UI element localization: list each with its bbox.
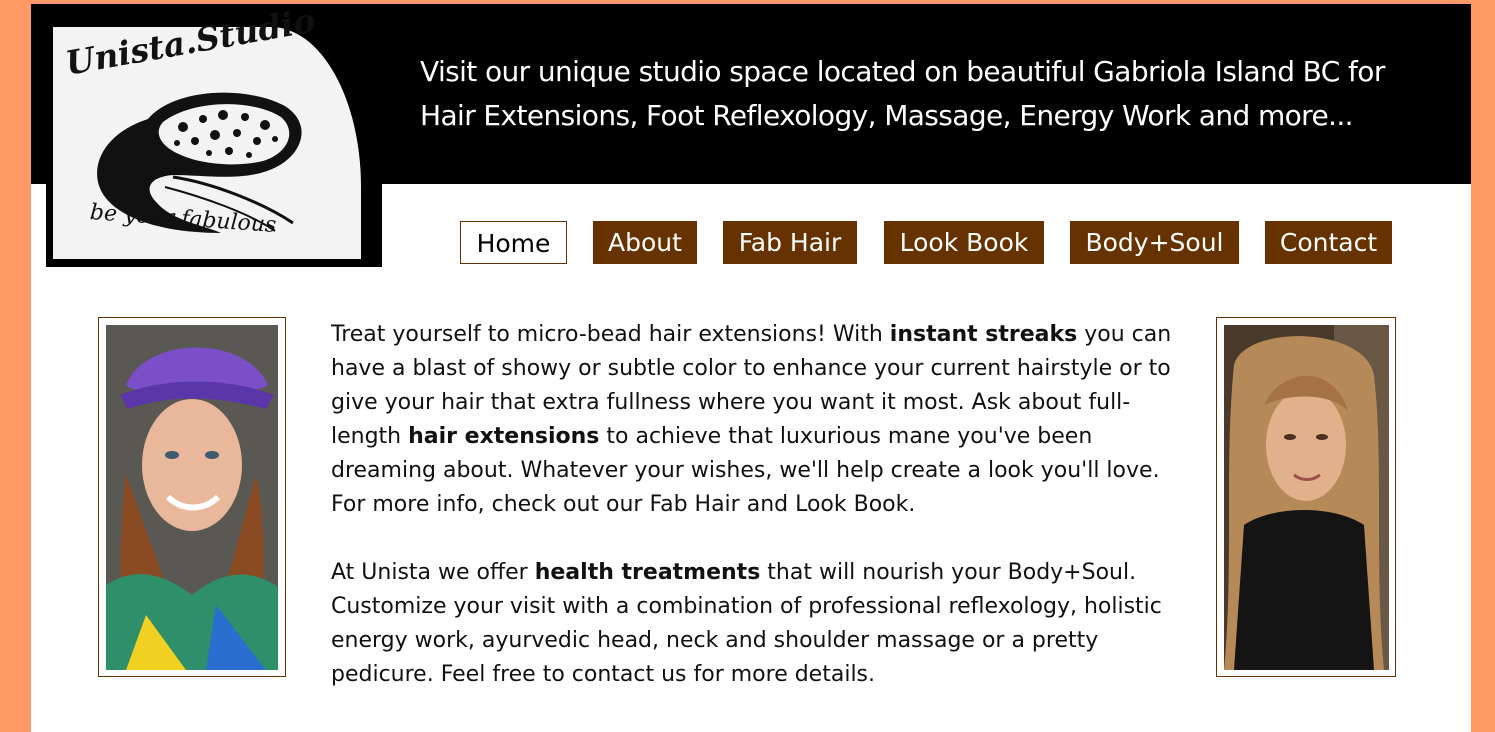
health-treatments-paragraph: At Unista we offer health treatments tha… — [331, 556, 1181, 692]
left-photo-frame — [98, 317, 286, 677]
nav-fab-hair[interactable]: Fab Hair — [723, 221, 857, 264]
nav-about[interactable]: About — [593, 221, 697, 264]
right-photo-frame — [1216, 317, 1396, 677]
instant-streaks-highlight: instant streaks — [889, 322, 1078, 347]
paragraph-text: Treat yourself to micro-bead hair extens… — [331, 322, 890, 347]
hair-extensions-highlight: hair extensions — [408, 424, 600, 449]
header-tagline: Visit our unique studio space located on… — [420, 55, 1385, 132]
nav-contact[interactable]: Contact — [1265, 221, 1392, 264]
nav-look-book[interactable]: Look Book — [884, 221, 1044, 264]
paragraph-text: At Unista we offer — [331, 560, 535, 585]
hair-extensions-paragraph: Treat yourself to micro-bead hair extens… — [331, 318, 1181, 522]
nav-home[interactable]: Home — [460, 221, 567, 264]
portrait-photo-icon — [1224, 325, 1389, 670]
nav-body-soul[interactable]: Body+Soul — [1070, 221, 1239, 264]
health-treatments-highlight: health treatments — [534, 560, 761, 585]
main-content: Treat yourself to micro-bead hair extens… — [331, 318, 1181, 692]
portrait-photo-icon — [106, 325, 278, 670]
